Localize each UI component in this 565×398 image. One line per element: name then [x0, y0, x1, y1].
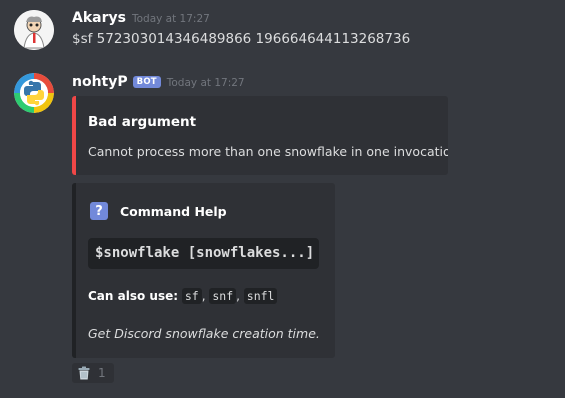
avatar-nohtyp[interactable]	[14, 73, 54, 113]
bot-tag: BOT	[132, 76, 161, 88]
author-name[interactable]: nohtyP	[72, 74, 128, 90]
alias-code: snf	[209, 288, 237, 304]
error-embed: Bad argument Cannot process more than on…	[72, 96, 448, 175]
reaction-button[interactable]: 1	[72, 363, 114, 383]
embed-accent-bar	[72, 96, 76, 175]
author-name[interactable]: Akarys	[72, 10, 126, 26]
wastebasket-icon	[78, 366, 90, 380]
aliases-field: Can also use: sf, snf, snfl	[88, 288, 278, 304]
embed-description: Cannot process more than one snowflake i…	[88, 144, 448, 159]
alias-code: sf	[181, 288, 202, 304]
message-timestamp: Today at 17:27	[166, 77, 245, 89]
embed-author: ? Command Help	[90, 202, 227, 220]
avatar-akarys[interactable]	[14, 10, 54, 50]
avatar-image	[14, 10, 54, 50]
alias-code: snfl	[243, 288, 278, 304]
avatar-image	[14, 73, 54, 113]
message-timestamp: Today at 17:27	[131, 13, 210, 25]
reaction-count: 1	[98, 366, 106, 380]
usage-codeblock: $snowflake [snowflakes...]	[88, 238, 319, 269]
embed-author-name: Command Help	[120, 203, 227, 219]
help-embed: ? Command Help $snowflake [snowflakes...…	[72, 183, 335, 358]
embed-accent-bar	[72, 183, 76, 358]
question-icon: ?	[90, 202, 108, 220]
embed-title: Bad argument	[88, 114, 197, 130]
embed-footer-description: Get Discord snowflake creation time.	[88, 326, 320, 341]
message-content: $sf 572303014346489866 19666464411326873…	[72, 31, 411, 47]
aliases-label: Can also use:	[88, 289, 179, 303]
